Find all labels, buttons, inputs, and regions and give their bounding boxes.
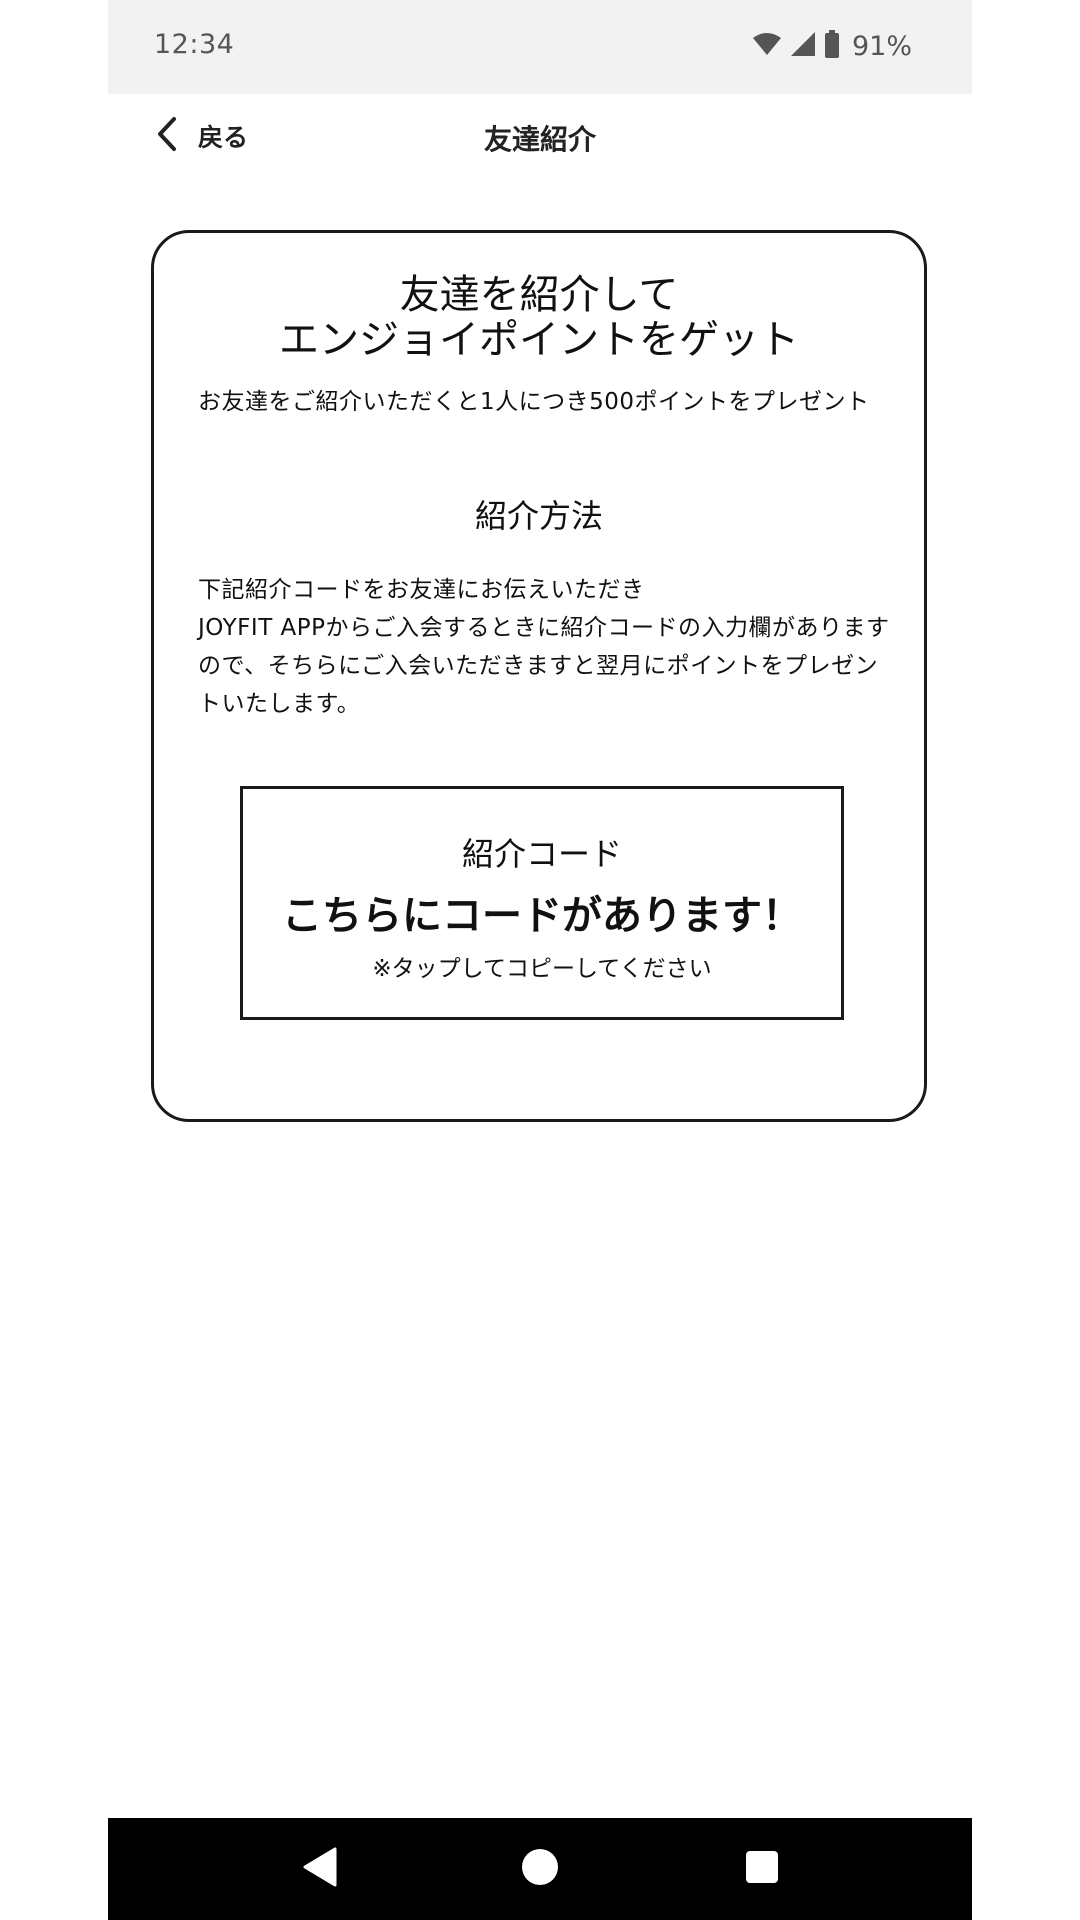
home-circle-icon — [521, 1848, 559, 1890]
headline-line-2: エンジョイポイントをゲット — [279, 317, 799, 363]
method-heading: 紹介方法 — [474, 497, 603, 535]
headline-line-1: 友達を紹介して — [399, 272, 679, 318]
referral-code-box[interactable]: 紹介コード こちらにコードがあります！ ※タップしてコピーしてください — [240, 786, 844, 1020]
nav-recents-button[interactable] — [738, 1845, 786, 1893]
referral-card: 友達を紹介して エンジョイポイントをゲット お友達をご紹介いただくと1人につき5… — [151, 230, 927, 1122]
back-triangle-icon — [302, 1847, 338, 1891]
system-nav-bar — [108, 1818, 972, 1920]
page-title: 友達紹介 — [483, 123, 596, 156]
nav-back-button[interactable] — [296, 1845, 344, 1893]
recents-square-icon — [745, 1850, 779, 1888]
method-text: 下記紹介コードをお友達にお伝えいただき JOYFIT APPからご入会するときに… — [198, 571, 898, 723]
copy-hint: ※タップしてコピーしてください — [372, 956, 712, 982]
code-label: 紹介コード — [461, 835, 622, 873]
cell-signal-icon — [790, 31, 816, 61]
referral-code: こちらにコードがあります！ — [282, 893, 802, 939]
method-line-2: JOYFIT APPからご入会するときに紹介コードの入力欄がありますので、そちら… — [198, 615, 890, 717]
app-header: 戻る 友達紹介 — [108, 94, 972, 190]
status-bar: 12:34 91% — [108, 0, 972, 94]
battery-percent: 91% — [851, 30, 912, 62]
status-time: 12:34 — [154, 29, 235, 60]
screen: 12:34 91% 戻る 友達紹介 友達を紹介して エンジョイポイントをゲット … — [0, 0, 1080, 1920]
card-headline: 友達を紹介して エンジョイポイントをゲット — [154, 273, 924, 363]
card-lead-text: お友達をご紹介いただくと1人につき500ポイントをプレゼント — [198, 389, 870, 415]
wifi-icon — [752, 32, 782, 60]
status-icons: 91% — [752, 30, 912, 62]
nav-home-button[interactable] — [516, 1845, 564, 1893]
method-line-1: 下記紹介コードをお友達にお伝えいただき — [198, 577, 645, 603]
battery-icon — [824, 30, 840, 62]
